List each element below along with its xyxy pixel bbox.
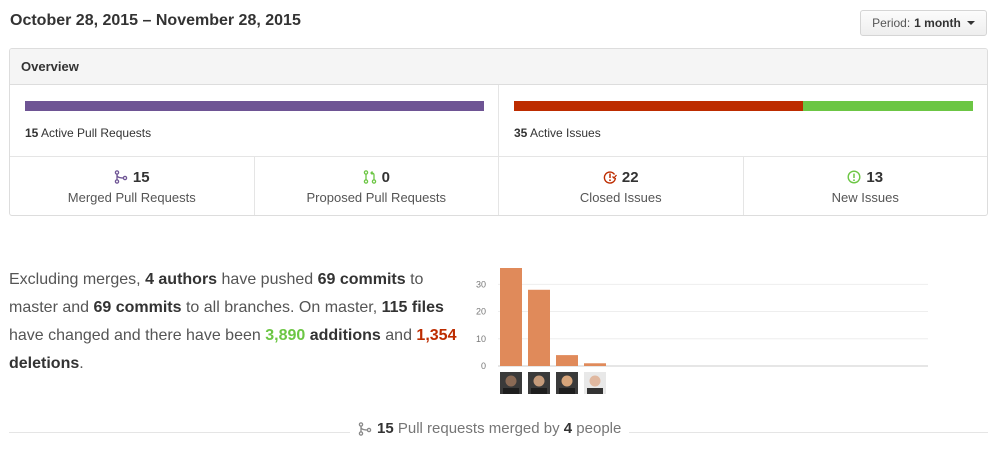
additions-word: additions: [305, 327, 381, 344]
y-tick-label: 0: [481, 361, 486, 371]
overview-panel: Overview 15 Active Pull Requests 35 Acti…: [9, 48, 988, 216]
proposed-pull-requests-value: 0: [381, 168, 390, 186]
avatar[interactable]: [500, 372, 522, 394]
avatar[interactable]: [584, 372, 606, 394]
commit-bar[interactable]: [528, 289, 550, 366]
all-branches-commits-count: 69 commits: [93, 299, 182, 316]
new-issues-label: New Issues: [831, 190, 899, 205]
summary-text-6: and: [380, 327, 417, 344]
commit-summary-text: Excluding merges, 4 authors have pushed …: [9, 266, 459, 378]
summary-text-5: have changed and there have been: [9, 327, 266, 344]
active-issues-section[interactable]: 35 Active Issues: [499, 85, 987, 156]
new-issues-bar-segment: [802, 101, 973, 111]
closed-issues-stat[interactable]: 22 Closed Issues: [499, 157, 744, 215]
y-tick-label: 30: [476, 279, 486, 289]
merged-pull-requests-label: Merged Pull Requests: [67, 190, 196, 205]
summary-text-1: Excluding merges,: [9, 271, 146, 288]
active-issues-label: Active Issues: [530, 126, 601, 140]
footer-text-1: Pull requests merged by: [393, 420, 564, 437]
git-merge-icon: [114, 170, 128, 184]
avatar[interactable]: [528, 372, 550, 394]
active-pull-requests-label: Active Pull Requests: [41, 126, 152, 140]
files-changed-count: 115 files: [381, 299, 444, 316]
git-pull-request-icon: [363, 170, 376, 184]
summary-text-4: to all branches. On master,: [181, 299, 382, 316]
closed-issues-label: Closed Issues: [579, 190, 662, 205]
active-issues-count: 35: [514, 126, 528, 140]
new-issues-value: 13: [866, 168, 884, 186]
overview-stats-row: 15 Merged Pull Requests 0 Proposed Pull …: [10, 157, 987, 215]
new-issues-stat[interactable]: 13 New Issues: [744, 157, 988, 215]
summary-text-2: have pushed: [217, 271, 318, 288]
active-pull-requests-section[interactable]: 15 Active Pull Requests: [10, 85, 499, 156]
merged-pull-requests-value: 15: [132, 168, 150, 186]
proposed-pull-requests-stat[interactable]: 0 Proposed Pull Requests: [255, 157, 499, 215]
merged-pull-requests-bar-segment: [25, 101, 484, 111]
commit-bar[interactable]: [500, 268, 522, 366]
overview-summary-row: 15 Active Pull Requests 35 Active Issues: [10, 85, 987, 157]
authors-count: 4 authors: [145, 271, 218, 288]
chevron-down-icon: [966, 21, 975, 25]
deletions-word: deletions: [9, 355, 80, 372]
issue-opened-icon: [847, 170, 861, 184]
commit-bar[interactable]: [556, 355, 578, 366]
closed-issues-bar-segment: [514, 101, 803, 111]
period-label: Period:: [872, 16, 911, 30]
commit-bar[interactable]: [584, 363, 606, 366]
active-pull-requests-caption: 15 Active Pull Requests: [25, 126, 151, 140]
merged-pull-requests-stat[interactable]: 15 Merged Pull Requests: [10, 157, 255, 215]
active-issues-caption: 35 Active Issues: [514, 126, 601, 140]
footer-text-2: people: [572, 420, 622, 437]
date-range-title: October 28, 2015 – November 28, 2015: [10, 12, 301, 29]
additions-count: 3,890: [265, 327, 306, 344]
active-pull-requests-count: 15: [25, 126, 39, 140]
closed-issues-value: 22: [621, 168, 639, 186]
summary-text-7: .: [79, 355, 84, 372]
period-value: 1 month: [914, 16, 961, 30]
footer-merged-count: 15: [377, 420, 394, 437]
overview-title: Overview: [10, 49, 987, 85]
git-merge-icon: [358, 421, 372, 436]
period-dropdown-button[interactable]: Period: 1 month: [860, 10, 987, 36]
proposed-pull-requests-label: Proposed Pull Requests: [306, 190, 446, 205]
deletions-count: 1,354: [416, 327, 457, 344]
merged-pull-requests-summary[interactable]: 15 Pull requests merged by 4 people: [350, 420, 630, 437]
avatar[interactable]: [556, 372, 578, 394]
issue-closed-icon: [603, 171, 617, 184]
y-tick-label: 10: [476, 334, 486, 344]
issues-bar: [514, 101, 973, 111]
y-tick-label: 20: [476, 307, 486, 317]
commits-per-author-chart: 0 10 20 30: [476, 268, 928, 394]
pull-requests-bar: [25, 101, 484, 111]
master-commits-count: 69 commits: [317, 271, 406, 288]
footer-people-count: 4: [563, 420, 573, 437]
